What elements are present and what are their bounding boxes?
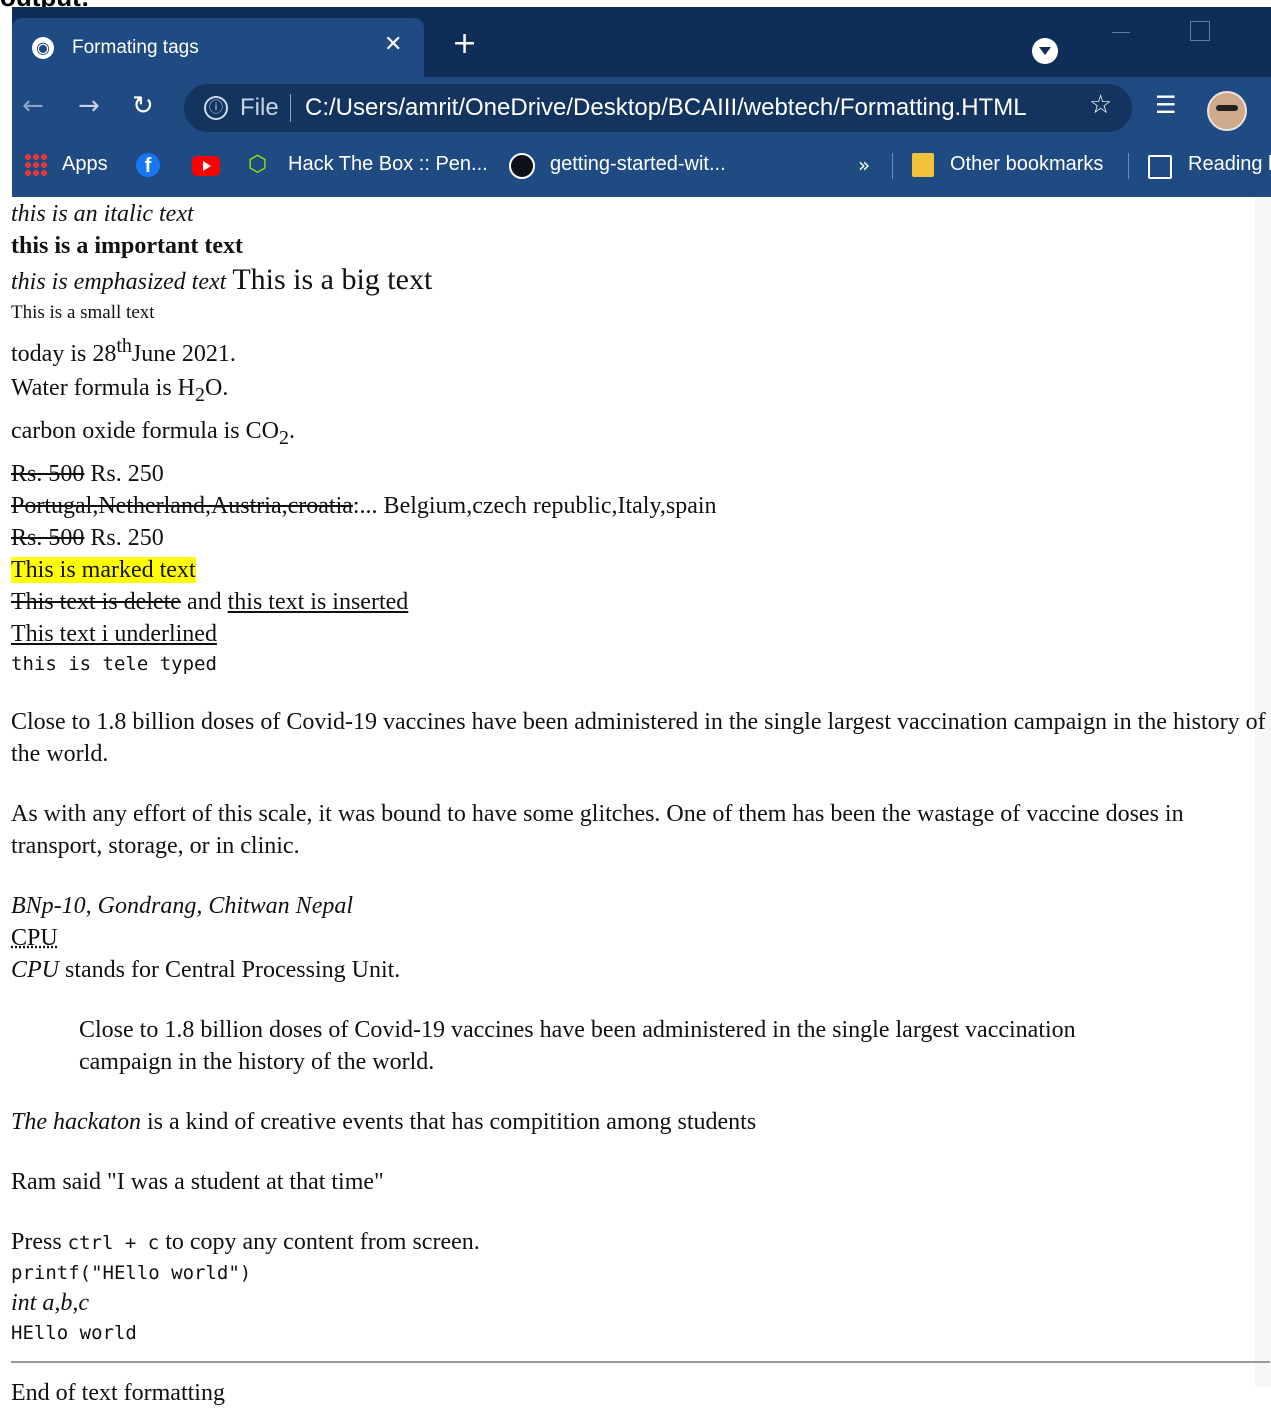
- tab-formating-tags[interactable]: ◉ Formating tags ✕: [12, 18, 424, 77]
- strong-text: this is a important text: [11, 233, 243, 259]
- date-text-end: June 2021.: [131, 341, 236, 367]
- quote-text: Ram said "I was a student at that time": [11, 1168, 384, 1195]
- forward-icon[interactable]: →: [78, 91, 100, 121]
- chrome-globe-icon: ◉: [32, 37, 54, 59]
- old-price: Rs. 500: [11, 460, 85, 487]
- facebook-icon[interactable]: f: [136, 153, 160, 177]
- media-icon[interactable]: ☰: [1155, 91, 1177, 119]
- bookmark-other[interactable]: Other bookmarks: [950, 153, 1103, 176]
- cite-text: is a kind of creative events that has co…: [140, 1108, 757, 1135]
- minimize-button[interactable]: [1112, 32, 1130, 33]
- browser-window: ◉ Formating tags ✕ + ← → ↻ ⓘ File C:/Use…: [12, 7, 1271, 197]
- footer-text: End of text formatting: [11, 1379, 225, 1406]
- divider: [1128, 153, 1129, 179]
- water-text-end: O.: [205, 375, 229, 401]
- new-countries: :... Belgium,czech republic,Italy,spain: [352, 492, 717, 519]
- address-bar[interactable]: ⓘ File C:/Users/amrit/OneDrive/Desktop/B…: [184, 84, 1132, 132]
- paragraph-1: Close to 1.8 billion doses of Covid-19 v…: [11, 708, 1266, 767]
- paragraph-2: As with any effort of this scale, it was…: [11, 800, 1184, 859]
- new-price: Rs. 250: [84, 460, 164, 487]
- tab-title: Formating tags: [72, 37, 199, 58]
- back-icon[interactable]: ←: [22, 91, 44, 121]
- bookmark-github[interactable]: getting-started-wit...: [550, 153, 726, 176]
- water-text: Water formula is H: [11, 375, 196, 401]
- toolbar: ← → ↻ ⓘ File C:/Users/amrit/OneDrive/Des…: [12, 77, 1271, 137]
- bookmark-hackthebox[interactable]: Hack The Box :: Pen...: [288, 153, 488, 176]
- water-subscript: 2: [195, 383, 206, 406]
- folder-icon: [912, 153, 934, 177]
- co2-subscript: 2: [278, 426, 289, 449]
- deleted-text: This text is delete: [11, 588, 181, 615]
- definition-text: stands for Central Processing Unit.: [59, 956, 401, 983]
- hackthebox-icon: ⬡: [248, 152, 268, 177]
- tab-strip: ◉ Formating tags ✕ +: [12, 7, 1271, 77]
- bookmarks-bar: Apps f ⬡ Hack The Box :: Pen... getting-…: [12, 137, 1271, 197]
- plus-icon[interactable]: +: [452, 29, 477, 59]
- marked-text: This is marked text: [11, 556, 196, 583]
- youtube-icon[interactable]: [192, 156, 220, 176]
- divider: [290, 94, 291, 122]
- reload-icon[interactable]: ↻: [132, 91, 154, 121]
- code-text: printf("HEllo world"): [11, 1261, 252, 1284]
- definition-term: CPU: [11, 956, 59, 983]
- chevron-more-icon[interactable]: »: [858, 153, 870, 177]
- kbd-suffix: to copy any content from screen.: [159, 1228, 480, 1255]
- old-price-2: Rs. 500: [11, 524, 85, 551]
- address: BNp-10, Gondrang, Chitwan Nepal: [11, 892, 354, 919]
- underlined-text: This text i underlined: [11, 620, 217, 647]
- struck-countries: Portugal,Netherland,Austria,croatia: [11, 492, 353, 519]
- blockquote: Close to 1.8 billion doses of Covid-19 v…: [79, 1016, 1076, 1075]
- scheme-label: File: [240, 94, 279, 121]
- var-text: int a,b,c: [11, 1289, 89, 1316]
- bookmark-apps[interactable]: Apps: [62, 153, 108, 176]
- new-price-2: Rs. 250: [84, 524, 164, 551]
- page-content: this is an italic text this is a importa…: [11, 198, 1271, 1409]
- profile-dropdown-icon[interactable]: [1032, 38, 1058, 64]
- co2-text-end: .: [288, 417, 295, 444]
- avatar[interactable]: [1207, 91, 1247, 131]
- kbd-prefix: Press: [11, 1228, 68, 1255]
- date-superscript: th: [116, 335, 132, 357]
- abbreviation: CPU: [11, 924, 58, 951]
- sample-output: HEllo world: [11, 1321, 137, 1344]
- small-text: This is a small text: [11, 302, 155, 323]
- close-icon[interactable]: ✕: [384, 32, 402, 57]
- and-text: and: [180, 588, 228, 615]
- horizontal-rule: [11, 1360, 1270, 1363]
- teletype-text: this is tele typed: [11, 652, 217, 675]
- star-icon[interactable]: ☆: [1089, 90, 1112, 120]
- italic-text: this is an italic text: [11, 201, 194, 227]
- maximize-button[interactable]: [1190, 21, 1210, 41]
- kbd-text: ctrl + c: [67, 1231, 160, 1254]
- bookmark-reading-list[interactable]: Reading l: [1188, 153, 1271, 176]
- date-text: today is 28: [11, 341, 117, 367]
- info-icon[interactable]: ⓘ: [204, 96, 228, 120]
- divider: [892, 153, 893, 179]
- emphasized-text: this is emphasized text: [11, 269, 227, 295]
- co2-text: carbon oxide formula is CO: [11, 417, 279, 444]
- cite: The hackaton: [11, 1108, 141, 1135]
- github-icon: [509, 153, 535, 179]
- big-text: This is a big text: [232, 263, 433, 296]
- inserted-text: this text is inserted: [227, 588, 409, 615]
- apps-icon: [24, 153, 48, 177]
- url-text[interactable]: C:/Users/amrit/OneDrive/Desktop/BCAIII/w…: [305, 94, 1027, 122]
- reading-list-icon: [1148, 155, 1172, 179]
